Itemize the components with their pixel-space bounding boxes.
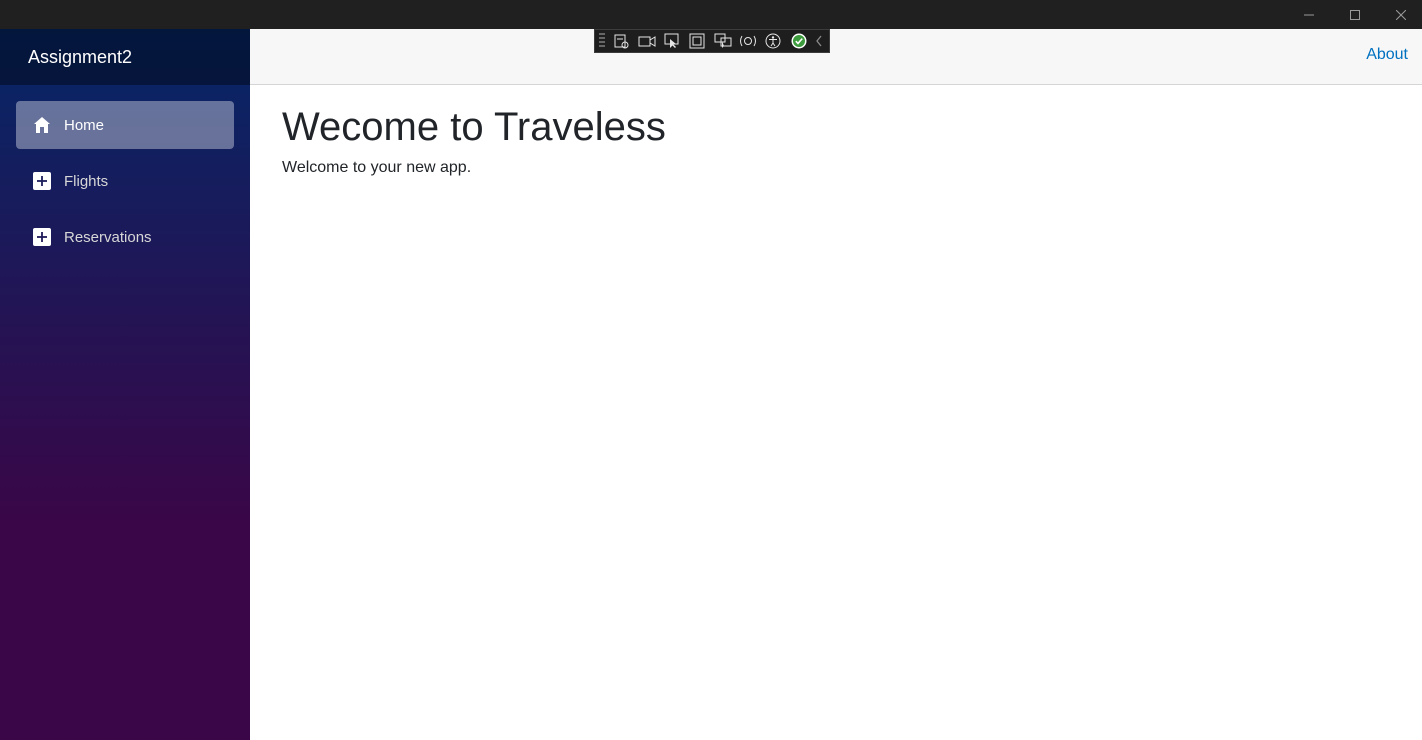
chevron-left-icon bbox=[816, 35, 822, 47]
sidebar: Assignment2 Home Flights Reservations bbox=[0, 29, 250, 740]
debug-toolbar bbox=[594, 29, 830, 53]
sidebar-item-reservations[interactable]: Reservations bbox=[16, 213, 234, 261]
page-title: Wecome to Traveless bbox=[282, 105, 666, 149]
collapse-toolbar-button[interactable] bbox=[813, 31, 825, 51]
track-focused-element-button[interactable] bbox=[712, 31, 733, 51]
nav-menu: Home Flights Reservations bbox=[0, 85, 250, 261]
accessibility-icon bbox=[765, 33, 781, 49]
video-camera-icon bbox=[638, 36, 656, 47]
sidebar-item-label: Home bbox=[64, 116, 105, 134]
binding-failures-button[interactable] bbox=[737, 31, 758, 51]
about-link[interactable]: About bbox=[1366, 46, 1408, 64]
app-brand[interactable]: Assignment2 bbox=[0, 29, 250, 85]
record-button[interactable] bbox=[636, 31, 657, 51]
maximize-icon bbox=[1350, 9, 1360, 20]
track-focus-icon bbox=[714, 33, 732, 48]
live-visual-tree-button[interactable] bbox=[611, 31, 632, 51]
minimize-icon bbox=[1304, 14, 1314, 15]
sidebar-item-label: Reservations bbox=[64, 228, 152, 246]
main-content: Wecome to Traveless Welcome to your new … bbox=[250, 85, 1422, 740]
sidebar-item-flights[interactable]: Flights bbox=[16, 157, 234, 205]
minimize-button[interactable] bbox=[1286, 0, 1332, 29]
top-row: About bbox=[250, 29, 1422, 85]
close-button[interactable] bbox=[1378, 0, 1422, 29]
home-icon bbox=[32, 115, 52, 135]
plus-icon bbox=[32, 227, 52, 247]
sidebar-item-label: Flights bbox=[64, 172, 109, 190]
accessibility-button[interactable] bbox=[763, 31, 784, 51]
sidebar-item-home[interactable]: Home bbox=[16, 101, 234, 149]
close-icon bbox=[1396, 9, 1406, 20]
select-element-button[interactable] bbox=[661, 31, 682, 51]
maximize-button[interactable] bbox=[1332, 0, 1378, 29]
drag-handle[interactable] bbox=[599, 33, 605, 49]
display-layout-adorners-button[interactable] bbox=[687, 31, 708, 51]
binding-icon bbox=[740, 35, 757, 47]
window-titlebar bbox=[0, 0, 1422, 29]
plus-icon bbox=[32, 171, 52, 191]
visual-tree-icon bbox=[614, 34, 629, 49]
page-subtitle: Welcome to your new app. bbox=[282, 159, 472, 176]
brand-label[interactable]: Assignment2 bbox=[28, 47, 132, 68]
check-circle-icon bbox=[791, 33, 807, 49]
status-ok-button[interactable] bbox=[788, 31, 809, 51]
select-cursor-icon bbox=[664, 33, 679, 48]
adorner-icon bbox=[689, 33, 705, 49]
